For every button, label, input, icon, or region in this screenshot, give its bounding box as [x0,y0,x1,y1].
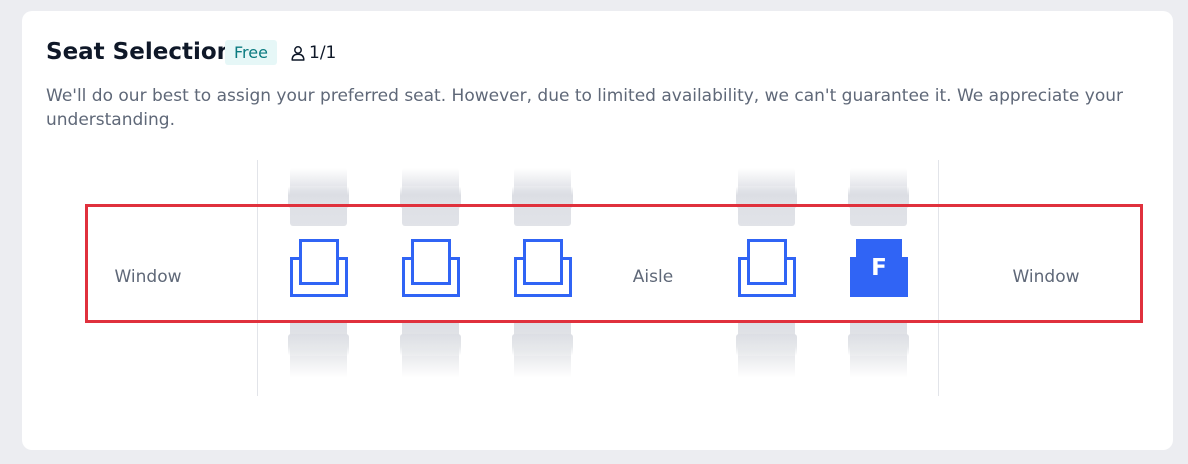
passenger-count: 1/1 [309,43,337,63]
seat-selection-card: Seat Selection Free 1/1 We'll do our bes… [22,11,1173,450]
adjacent-row-seat [736,320,797,378]
price-badge: Free [225,40,277,65]
section-title: Seat Selection [46,39,234,65]
section-description: We'll do our best to assign your preferr… [46,86,1123,130]
person-icon [290,45,306,61]
adjacent-row-seat [400,320,461,378]
passenger-counter: 1/1 [290,41,336,65]
adjacent-row-seat [512,320,573,378]
adjacent-row-seat [848,320,909,378]
highlight-frame [85,204,1143,323]
adjacent-row-seat [288,320,349,378]
